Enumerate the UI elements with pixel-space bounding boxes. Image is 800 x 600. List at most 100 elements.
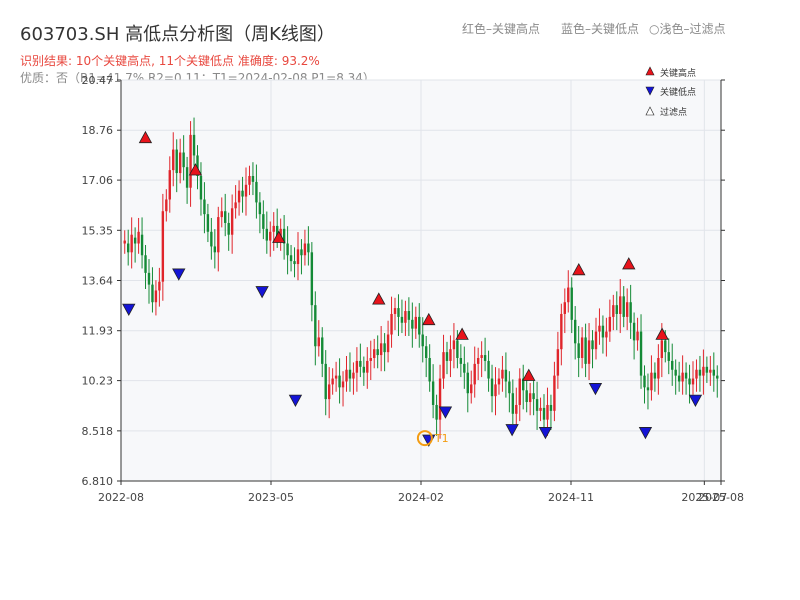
candle-body (664, 340, 667, 353)
candle-body (248, 175, 251, 185)
candle-body (681, 372, 684, 382)
candle-body (348, 369, 352, 379)
legend-high-label: 关键高点 (660, 67, 696, 79)
candle-body (324, 363, 327, 400)
candlestick-chart: T1 20.47 18.76 17.06 15.35 13.64 11.93 10.23 8.… (82, 66, 744, 504)
candle-body (189, 134, 192, 188)
candle-body (300, 249, 303, 256)
y-tick-label: 20.47 (82, 74, 114, 87)
candle-body (490, 378, 494, 397)
candle-body (373, 349, 376, 358)
candle-body (518, 378, 521, 405)
candle-body (192, 134, 196, 156)
candle-body (573, 319, 577, 344)
candle-body (515, 404, 518, 414)
candle-body (435, 404, 438, 420)
candle-body (317, 337, 320, 347)
candle-body (213, 246, 217, 253)
candle-body (449, 349, 452, 361)
candle-body (580, 337, 584, 358)
candle-body (258, 202, 262, 215)
candle-body (199, 175, 203, 200)
candle-body (619, 296, 622, 314)
y-tick-label: 18.76 (82, 124, 114, 137)
y-tick-label: 11.93 (82, 325, 114, 338)
candle-body (390, 313, 393, 335)
candle-body (608, 316, 612, 332)
candle-body (418, 316, 421, 335)
candle-body (341, 381, 345, 388)
candle-body (577, 343, 580, 358)
candle-body (632, 322, 636, 341)
candle-body (532, 393, 535, 400)
candle-body (397, 308, 400, 317)
candle-body (383, 343, 386, 353)
candle-body (539, 407, 542, 411)
candle-body (175, 149, 178, 174)
candle-body (404, 311, 407, 323)
candle-body (587, 340, 591, 364)
candle-body (334, 375, 338, 379)
candle-body (230, 208, 234, 235)
candle-body (428, 357, 431, 382)
candle-body (598, 325, 601, 332)
candle-body (466, 372, 469, 394)
candle-body (144, 255, 147, 273)
candle-body (643, 375, 646, 388)
candle-body (695, 369, 698, 379)
candle-body (293, 261, 296, 265)
candle-body (217, 217, 220, 253)
candle-body (570, 287, 573, 320)
candle-body (684, 372, 688, 379)
candle-body (625, 302, 629, 317)
candle-body (262, 214, 265, 229)
candle-body (331, 378, 334, 385)
y-tick-label: 6.810 (82, 475, 114, 488)
candle-body (601, 325, 605, 338)
candle-body (567, 287, 570, 303)
candle-body (442, 352, 445, 379)
candle-body (480, 355, 483, 358)
candle-body (265, 228, 269, 241)
candle-body (303, 243, 307, 256)
candle-body (674, 369, 677, 376)
candle-body (483, 355, 487, 361)
candle-body (168, 170, 171, 200)
candle-body (126, 243, 130, 253)
candle-body (327, 384, 331, 400)
candle-body (244, 184, 248, 197)
candle-body (473, 363, 476, 385)
candle-body (206, 214, 210, 232)
y-tick-label: 17.06 (82, 174, 114, 187)
y-tick-label: 15.35 (82, 224, 114, 237)
candle-body (355, 360, 359, 373)
candle-body (556, 349, 560, 376)
candle-body (470, 384, 473, 394)
candle-body (636, 331, 639, 341)
candle-body (182, 152, 185, 168)
candle-body (549, 404, 553, 411)
candle-body (591, 340, 594, 350)
candle-body (657, 357, 660, 379)
candle-body (476, 357, 480, 364)
candle-body (210, 231, 213, 247)
candle-body (338, 375, 341, 388)
legend-filtered-label: 过滤点 (660, 106, 687, 118)
candle-body (615, 305, 618, 314)
candle-body (269, 231, 272, 241)
candle-body (321, 337, 324, 364)
candle-body (667, 352, 670, 361)
candle-body (525, 390, 528, 403)
candle-body (154, 290, 158, 303)
candle-body (286, 243, 289, 256)
candle-body (203, 199, 206, 215)
x-tick-label: 2025-08 (698, 491, 744, 504)
candle-body (161, 211, 165, 282)
candle-body (255, 181, 258, 203)
candle-body (185, 167, 189, 188)
candle-body (379, 343, 383, 356)
candle-body (553, 375, 556, 411)
candle-body (289, 255, 293, 262)
candle-body (528, 393, 532, 403)
candle-body (133, 237, 137, 244)
